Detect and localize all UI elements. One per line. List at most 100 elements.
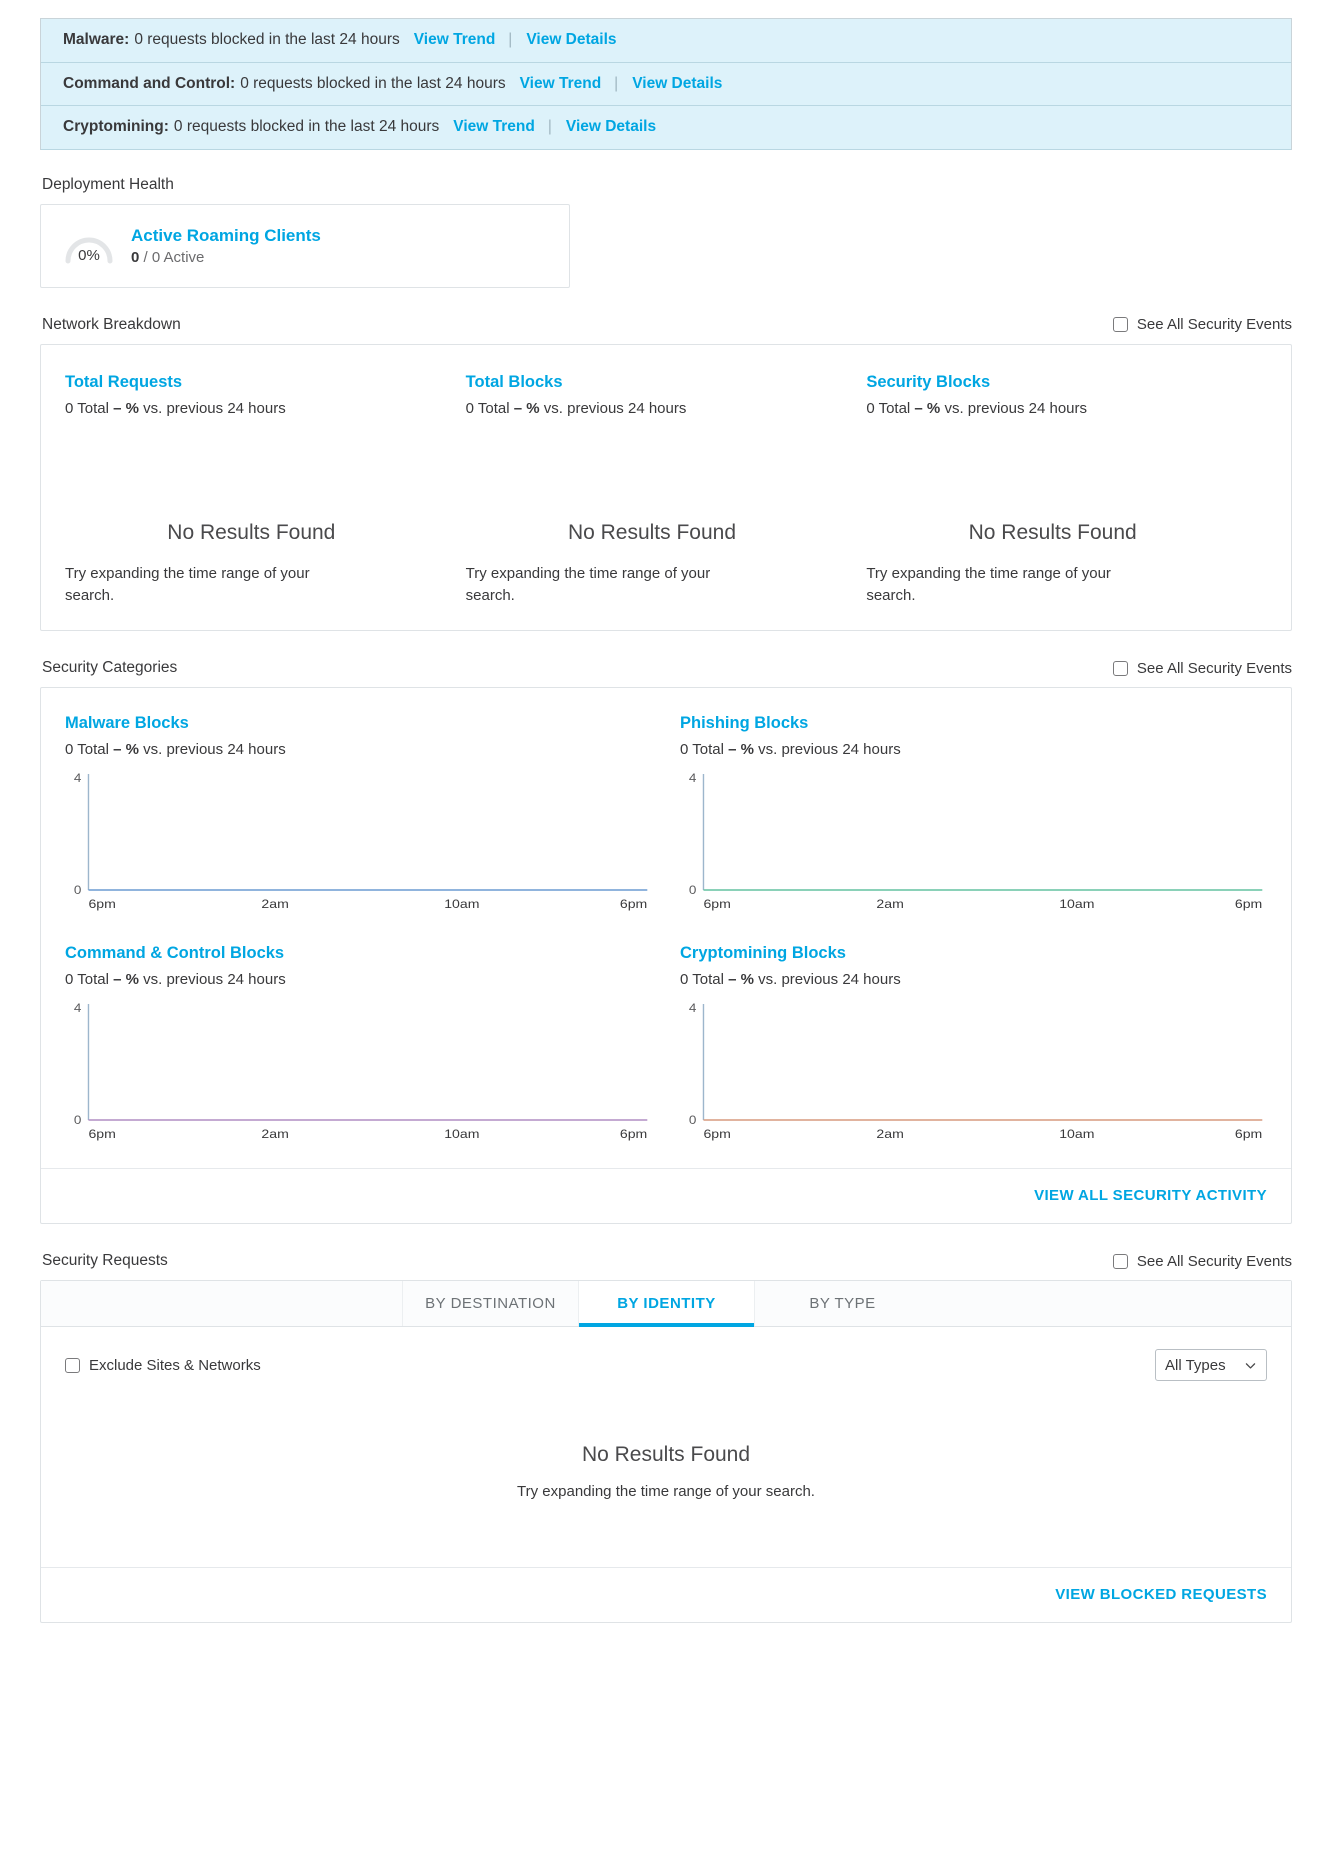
exclude-sites-networks-control[interactable]: Exclude Sites & Networks — [65, 1357, 261, 1374]
view-trend-link[interactable]: View Trend — [520, 75, 602, 94]
stat-column-security-blocks: Security Blocks 0 Total – % vs. previous… — [866, 373, 1267, 607]
stat-title[interactable]: Total Blocks — [466, 373, 839, 392]
security-requests-header: Security Requests See All Security Event… — [42, 1252, 1292, 1270]
stat-title[interactable]: Total Requests — [65, 373, 438, 392]
no-results-title: No Results Found — [167, 520, 336, 544]
chart-malware-blocks: Malware Blocks 0 Total – % vs. previous … — [65, 714, 652, 918]
alert-text: 0 requests blocked in the last 24 hours — [240, 74, 506, 92]
chart-phishing-blocks: Phishing Blocks 0 Total – % vs. previous… — [680, 714, 1267, 918]
see-all-security-events-label: See All Security Events — [1136, 659, 1292, 677]
see-all-security-events-label: See All Security Events — [1136, 316, 1292, 334]
tab-by-type[interactable]: BY TYPE — [754, 1281, 930, 1327]
view-all-security-activity-link[interactable]: VIEW ALL SECURITY ACTIVITY — [1034, 1187, 1267, 1204]
link-separator: | — [547, 118, 552, 136]
security-categories-footer: VIEW ALL SECURITY ACTIVITY — [41, 1168, 1291, 1223]
alert-text: 0 requests blocked in the last 24 hours — [134, 31, 400, 48]
svg-text:2am: 2am — [261, 897, 289, 911]
svg-text:2am: 2am — [261, 1127, 289, 1141]
see-all-security-events-label: See All Security Events — [1136, 1252, 1292, 1270]
view-details-link[interactable]: View Details — [632, 75, 722, 94]
chart-sub-pre: 0 Total — [65, 971, 114, 989]
network-breakdown-label: Network Breakdown — [42, 315, 181, 333]
chart-sub-change: – % — [728, 971, 754, 989]
view-details-link[interactable]: View Details — [526, 31, 616, 50]
security-categories-grid: Malware Blocks 0 Total – % vs. previous … — [65, 714, 1267, 1148]
svg-text:6pm: 6pm — [1235, 897, 1263, 911]
y-tick-max: 4 — [74, 772, 82, 785]
chart-title[interactable]: Phishing Blocks — [680, 714, 1267, 733]
chart-plot-area: 4 0 6pm 2am 10am 6pm — [680, 768, 1267, 918]
stat-sub-change: – % — [513, 399, 540, 417]
alert-label: Cryptomining: — [63, 118, 169, 136]
y-tick-min: 0 — [689, 884, 697, 897]
active-roaming-clients-stat: 0 / 0 Active — [131, 249, 321, 266]
chart-sub-pre: 0 Total — [680, 741, 729, 759]
security-requests-see-all[interactable]: See All Security Events — [1112, 1252, 1292, 1270]
chart-title[interactable]: Command & Control Blocks — [65, 944, 652, 963]
network-breakdown-see-all[interactable]: See All Security Events — [1112, 316, 1292, 334]
alert-row-command-and-control: Command and Control: 0 requests blocked … — [41, 62, 1291, 107]
stat-subtitle: 0 Total – % vs. previous 24 hours — [866, 400, 1239, 417]
chart-sub-change: – % — [113, 971, 139, 989]
roaming-clients-divider: / — [143, 248, 148, 266]
chart-cryptomining-blocks: Cryptomining Blocks 0 Total – % vs. prev… — [680, 944, 1267, 1148]
security-requests-card: BY DESTINATION BY IDENTITY BY TYPE Exclu… — [40, 1280, 1292, 1624]
chart-sub-post: vs. previous 24 hours — [138, 971, 286, 989]
stat-column-total-requests: Total Requests 0 Total – % vs. previous … — [65, 373, 466, 607]
svg-text:2am: 2am — [876, 897, 904, 911]
chart-subtitle: 0 Total – % vs. previous 24 hours — [65, 741, 652, 758]
types-filter-value: All Types — [1165, 1356, 1226, 1374]
exclude-sites-networks-checkbox[interactable] — [65, 1357, 80, 1373]
chart-title[interactable]: Malware Blocks — [65, 714, 652, 733]
tab-by-identity[interactable]: BY IDENTITY — [578, 1281, 754, 1328]
view-trend-link[interactable]: View Trend — [414, 31, 496, 50]
view-details-link[interactable]: View Details — [566, 118, 656, 137]
stat-sub-pre: 0 Total — [465, 399, 514, 417]
roaming-clients-gauge: 0% — [61, 221, 117, 271]
no-results-subtitle: Try expanding the time range of your sea… — [517, 1483, 815, 1501]
svg-text:6pm: 6pm — [703, 897, 731, 911]
stat-subtitle: 0 Total – % vs. previous 24 hours — [65, 400, 438, 417]
chart-title[interactable]: Cryptomining Blocks — [680, 944, 1267, 963]
y-tick-max: 4 — [689, 1002, 697, 1015]
exclude-sites-networks-label: Exclude Sites & Networks — [89, 1356, 261, 1374]
chart-plot-area: 4 0 6pm 2am 10am 6pm — [65, 998, 652, 1148]
view-trend-link[interactable]: View Trend — [453, 118, 535, 137]
link-separator: | — [508, 31, 513, 48]
alert-text: 0 requests blocked in the last 24 hours — [173, 118, 440, 136]
security-requests-footer: VIEW BLOCKED REQUESTS — [41, 1567, 1291, 1622]
security-requests-empty-state: No Results Found Try expanding the time … — [65, 1443, 1267, 1503]
dashboard-page: Malware: 0 requests blocked in the last … — [0, 18, 1332, 1624]
y-tick-max: 4 — [689, 772, 697, 785]
tab-right-spacer — [930, 1281, 1291, 1326]
no-results-title: No Results Found — [581, 1443, 751, 1467]
security-requests-tabs: BY DESTINATION BY IDENTITY BY TYPE — [41, 1281, 1291, 1328]
tab-left-spacer — [41, 1281, 402, 1326]
svg-text:10am: 10am — [444, 897, 479, 911]
types-filter-select[interactable]: All Types — [1155, 1349, 1267, 1382]
active-roaming-clients-card[interactable]: 0% Active Roaming Clients 0 / 0 Active — [40, 203, 570, 288]
see-all-security-events-checkbox[interactable] — [1112, 1253, 1128, 1269]
tab-by-destination[interactable]: BY DESTINATION — [402, 1281, 578, 1327]
chart-sub-post: vs. previous 24 hours — [138, 741, 286, 759]
security-categories-see-all[interactable]: See All Security Events — [1112, 659, 1292, 677]
link-separator: | — [614, 74, 619, 92]
chart-subtitle: 0 Total – % vs. previous 24 hours — [680, 741, 1267, 758]
y-tick-max: 4 — [74, 1002, 82, 1015]
alert-label: Command and Control: — [63, 74, 236, 92]
see-all-security-events-checkbox[interactable] — [1112, 317, 1128, 333]
no-results-subtitle: Try expanding the time range of your sea… — [465, 564, 711, 604]
see-all-security-events-checkbox[interactable] — [1112, 660, 1128, 676]
alert-row-malware: Malware: 0 requests blocked in the last … — [41, 19, 1291, 63]
network-breakdown-header: Network Breakdown See All Security Event… — [42, 316, 1292, 334]
active-roaming-clients-title[interactable]: Active Roaming Clients — [131, 226, 321, 246]
chart-subtitle: 0 Total – % vs. previous 24 hours — [680, 971, 1267, 988]
chart-plot-area: 4 0 6pm 2am 10am 6pm — [680, 998, 1267, 1148]
no-results-title: No Results Found — [567, 520, 737, 544]
svg-text:10am: 10am — [444, 1127, 479, 1141]
svg-text:6pm: 6pm — [620, 1127, 648, 1141]
stat-title[interactable]: Security Blocks — [866, 373, 1239, 392]
svg-text:6pm: 6pm — [703, 1127, 731, 1141]
view-blocked-requests-link[interactable]: VIEW BLOCKED REQUESTS — [1055, 1586, 1267, 1603]
chart-sub-pre: 0 Total — [680, 971, 729, 989]
